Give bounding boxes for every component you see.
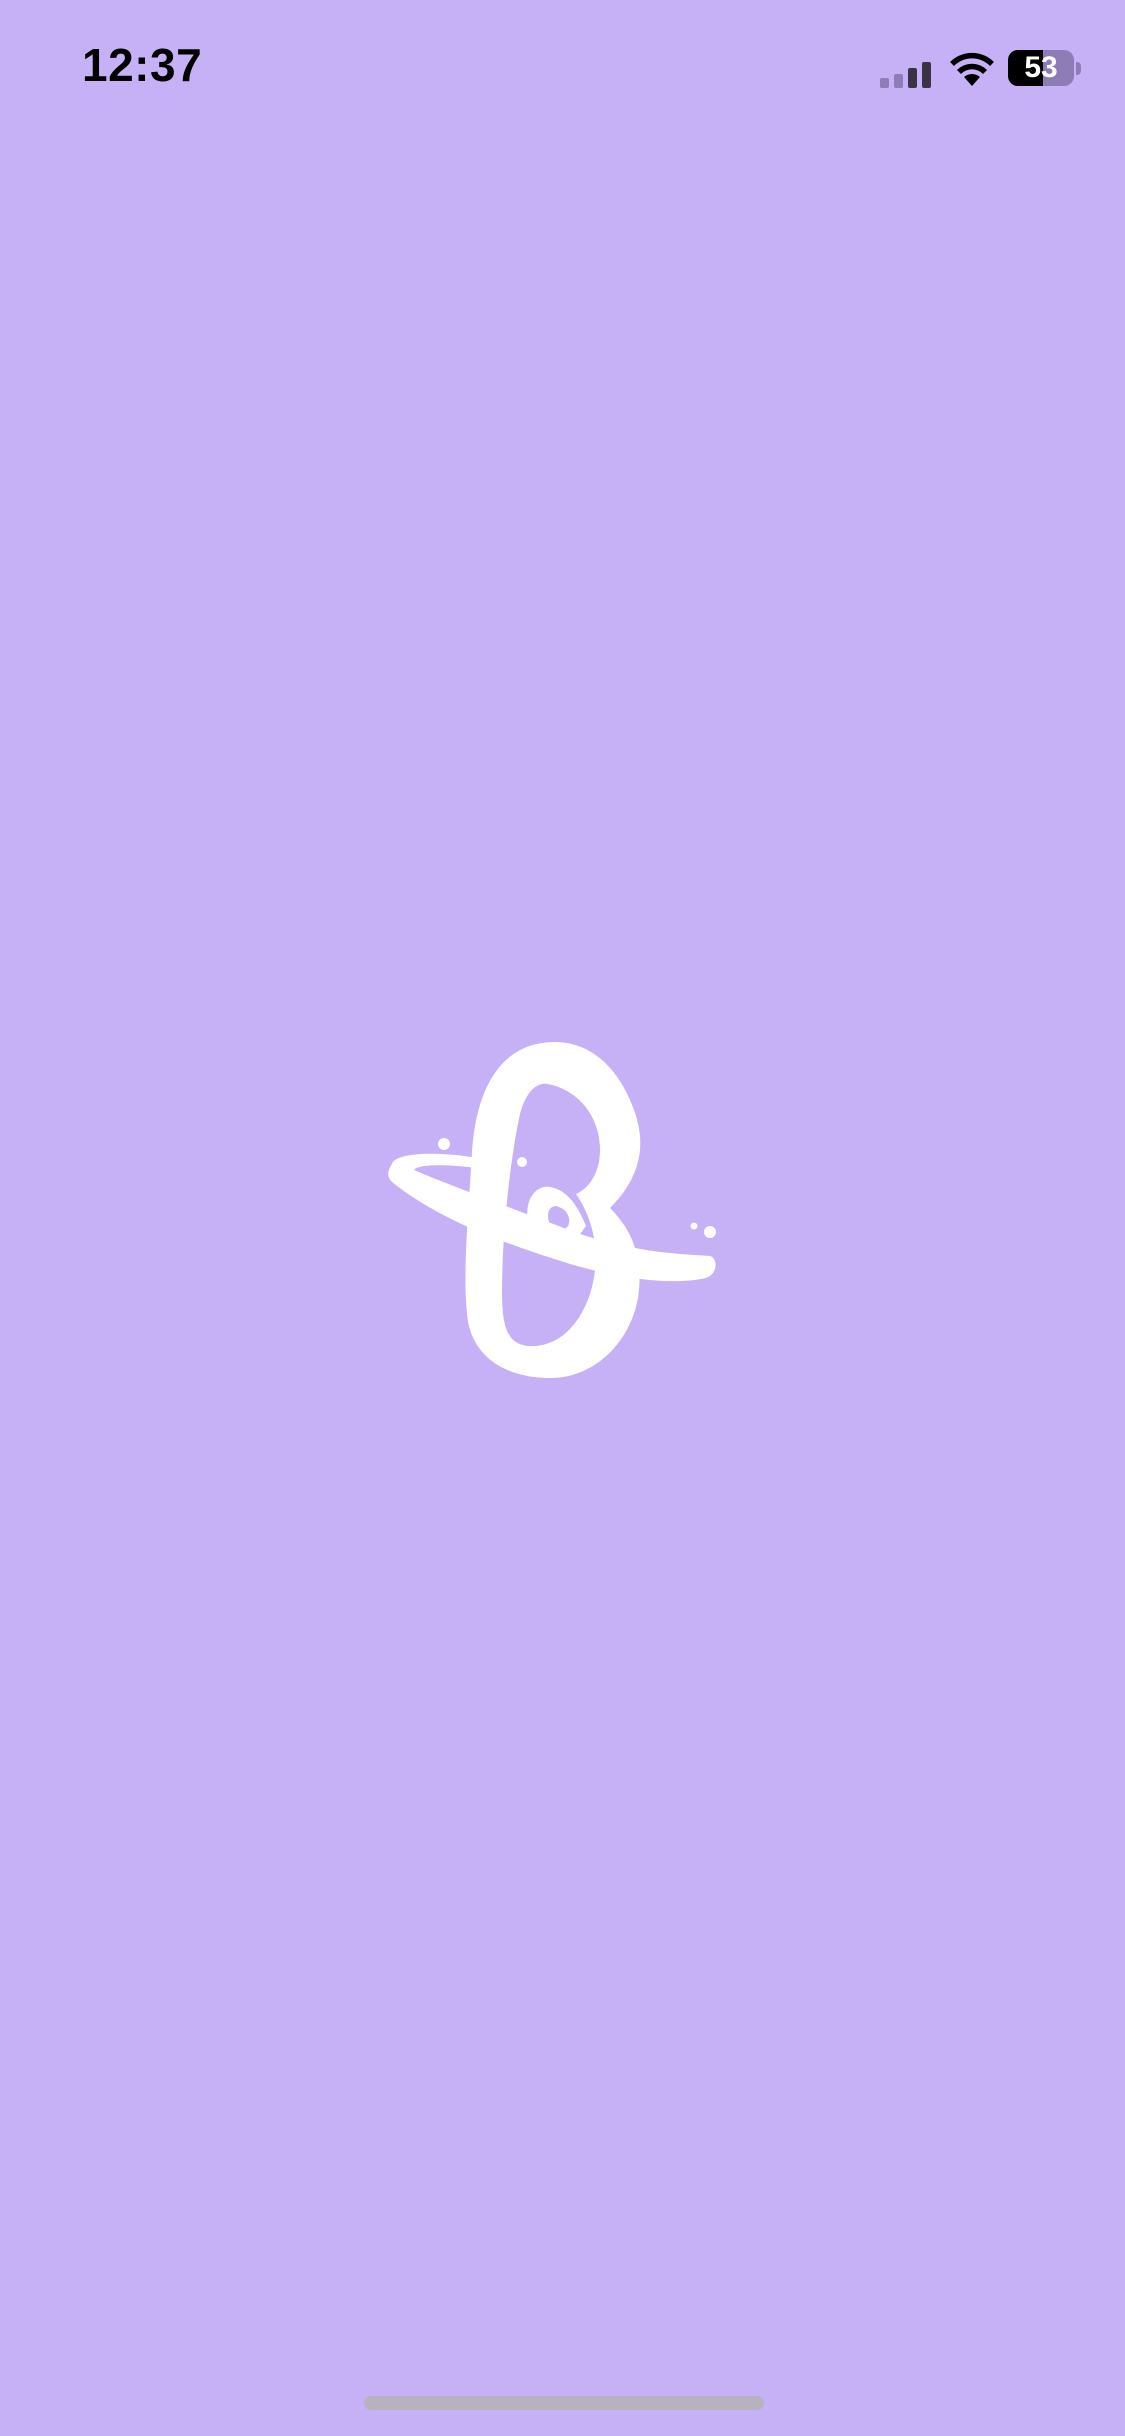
battery-level: 53 <box>1024 51 1058 84</box>
signal-icon <box>880 62 931 88</box>
home-indicator[interactable] <box>364 2396 764 2410</box>
status-time: 12:37 <box>82 39 203 91</box>
wifi-icon <box>950 52 994 86</box>
battery-icon: 53 <box>1008 50 1082 88</box>
status-bar: 12:37 53 <box>0 0 1125 140</box>
battery-body: 53 <box>1008 50 1074 86</box>
app-logo-icon <box>388 1042 716 1378</box>
battery-cap <box>1076 62 1081 75</box>
